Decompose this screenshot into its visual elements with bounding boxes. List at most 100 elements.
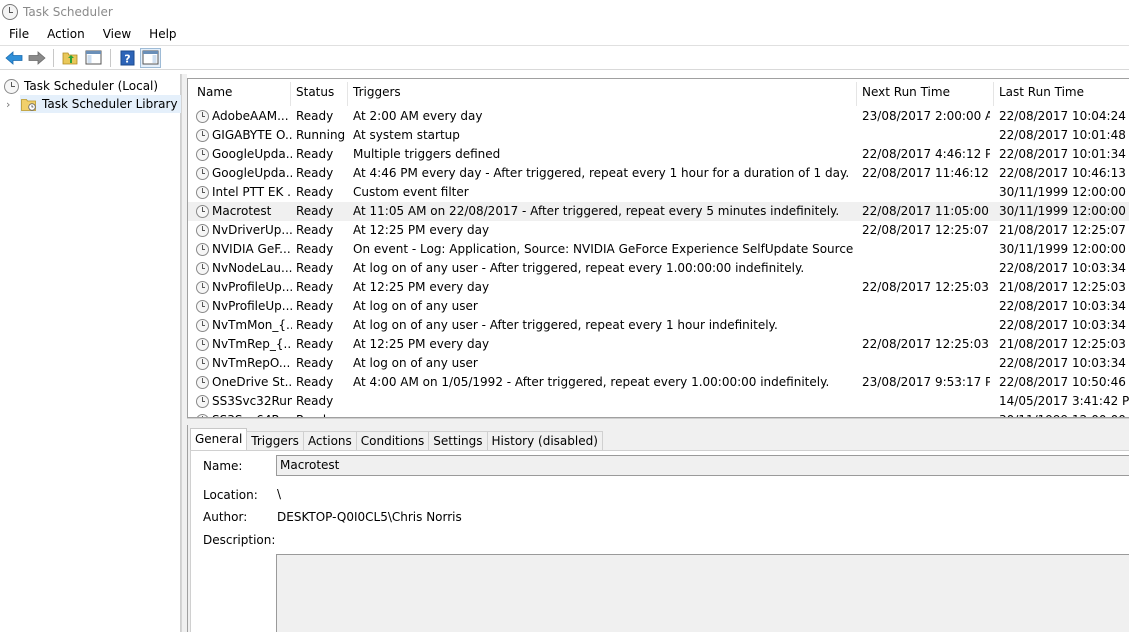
table-row[interactable]: NvTmRepO... Ready At log on of any user 22/… — [188, 354, 1129, 373]
table-row[interactable]: NvTmMon_{... Ready At log on of any user -… — [188, 316, 1129, 335]
cell-triggers: At 12:25 PM every day — [353, 280, 490, 294]
table-row[interactable]: AdobeAAM... Ready At 2:00 AM every day 23/0… — [188, 107, 1129, 126]
cell-next-run-time — [862, 241, 990, 258]
task-clock-icon — [196, 281, 209, 294]
tree-item-task-scheduler-local[interactable]: Task Scheduler (Local) — [4, 77, 158, 95]
table-row[interactable]: GIGABYTE O... Running At system startup 22/… — [188, 126, 1129, 145]
author-label: Author: — [203, 510, 248, 524]
cell-last-run-time: 14/05/2017 3:41:42 PM — [999, 394, 1129, 408]
cell-triggers: At 11:05 AM on 22/08/2017 - After trigge… — [353, 204, 840, 218]
cell-name: GoogleUpda... — [196, 146, 292, 163]
cell-triggers: At log on of any user - After triggered,… — [353, 318, 778, 332]
task-name: NvDriverUp... — [212, 223, 292, 237]
title-bar: Task Scheduler — [0, 0, 1129, 23]
cell-status: Running — [296, 128, 346, 142]
table-row[interactable]: NvDriverUp... Ready At 12:25 PM every day 2… — [188, 221, 1129, 240]
tree-item-task-scheduler-library[interactable]: › Task Scheduler Library — [6, 95, 183, 113]
cell-triggers: At log on of any user — [353, 299, 478, 313]
cell-status: Ready — [296, 242, 334, 256]
cell-next-run-time — [862, 184, 990, 201]
task-clock-icon — [196, 338, 209, 351]
column-header-status[interactable]: Status — [291, 85, 334, 103]
task-scheduler-app-icon — [2, 3, 18, 20]
table-row[interactable]: GoogleUpda... Ready Multiple triggers defi… — [188, 145, 1129, 164]
cell-next-run-time: 22/08/2017 11:05:00 AM — [862, 204, 990, 218]
table-row[interactable]: SS3Svc64R...Ready30/11/1999 12:00:00 AM — [188, 411, 1129, 417]
description-field[interactable] — [276, 554, 1129, 632]
cell-next-run-time — [862, 298, 990, 315]
show-hide-action-pane-icon[interactable] — [140, 47, 161, 68]
forward-arrow-icon[interactable] — [26, 48, 47, 68]
table-row[interactable]: NvProfileUp... Ready At 12:25 PM every day… — [188, 278, 1129, 297]
location-value: \ — [277, 487, 282, 501]
table-row[interactable]: NVIDIA GeF... Ready On event - Log: Applic… — [188, 240, 1129, 259]
table-row[interactable]: Macrotest Ready At 11:05 AM on 22/08/2017 … — [188, 202, 1129, 221]
menu-file[interactable]: File — [0, 27, 38, 41]
cell-last-run-time: 22/08/2017 10:50:46 AM — [999, 375, 1129, 389]
horizontal-splitter[interactable] — [187, 418, 1129, 425]
cell-last-run-time: 30/11/1999 12:00:00 AM — [999, 204, 1129, 218]
back-arrow-icon[interactable] — [3, 48, 24, 68]
column-header-triggers[interactable]: Triggers — [348, 85, 401, 103]
task-name: NvTmRepO... — [212, 356, 291, 370]
task-name: GoogleUpda... — [212, 166, 292, 180]
cell-last-run-time: 22/08/2017 10:01:48 AM — [999, 128, 1129, 142]
menu-view[interactable]: View — [94, 27, 140, 41]
task-clock-icon — [196, 110, 209, 123]
cell-status: Ready — [296, 394, 334, 408]
details-tabs: General Triggers Actions Conditions Sett… — [190, 428, 603, 450]
general-tab-content: Name: Macrotest Location: \ Author: DESK… — [190, 450, 1129, 632]
table-row[interactable]: Intel PTT EK ... Ready Custom event filter… — [188, 183, 1129, 202]
cell-next-run-time: 22/08/2017 11:46:12 AM — [862, 166, 990, 180]
task-clock-icon — [196, 205, 209, 218]
menu-help[interactable]: Help — [140, 27, 185, 41]
table-row[interactable]: OneDrive St... Ready At 4:00 AM on 1/05/19… — [188, 373, 1129, 392]
toolbar-separator — [53, 48, 54, 67]
table-row[interactable]: NvProfileUp... Ready At log on of any user… — [188, 297, 1129, 316]
tab-history[interactable]: History (disabled) — [486, 431, 603, 450]
column-header-last-run-time[interactable]: Last Run Time — [994, 85, 1084, 103]
task-clock-icon — [196, 129, 209, 142]
task-clock-icon — [196, 395, 209, 408]
table-row[interactable]: GoogleUpda... Ready At 4:46 PM every day -… — [188, 164, 1129, 183]
cell-triggers — [353, 393, 853, 410]
toolbar: ? — [0, 45, 1129, 70]
task-name: OneDrive St... — [212, 375, 292, 389]
cell-status: Ready — [296, 375, 334, 389]
cell-last-run-time: 21/08/2017 12:25:03 PM — [999, 280, 1129, 294]
cell-next-run-time: 22/08/2017 4:46:12 PM — [862, 147, 990, 161]
task-name: Intel PTT EK ... — [212, 185, 292, 199]
cell-last-run-time: 22/08/2017 10:03:34 AM — [999, 299, 1129, 313]
show-hide-console-tree-icon[interactable] — [83, 48, 104, 68]
menu-action[interactable]: Action — [38, 27, 94, 41]
cell-next-run-time: 23/08/2017 2:00:00 AM — [862, 109, 990, 123]
chevron-right-icon[interactable]: › — [6, 98, 16, 111]
tree-item-label: Task Scheduler (Local) — [24, 79, 159, 93]
cell-status: Ready — [296, 337, 334, 351]
cell-name: NVIDIA GeF... — [196, 241, 292, 258]
table-row[interactable]: SS3Svc32Run Ready 14/05/2017 3:41:42 PM — [188, 392, 1129, 411]
task-name: NvNodeLau... — [212, 261, 292, 275]
table-row[interactable]: NvNodeLau... Ready At log on of any user -… — [188, 259, 1129, 278]
column-header-name[interactable]: Name — [192, 85, 232, 103]
clock-icon — [4, 78, 19, 94]
tree-item-selection: Task Scheduler Library — [20, 95, 183, 113]
task-clock-icon — [196, 300, 209, 313]
column-header-next-run-time[interactable]: Next Run Time — [857, 85, 950, 103]
tab-triggers[interactable]: Triggers — [246, 431, 304, 450]
table-row[interactable]: NvTmRep_{... Ready At 12:25 PM every day 22… — [188, 335, 1129, 354]
task-clock-icon — [196, 319, 209, 332]
cell-name: NvProfileUp... — [196, 298, 292, 315]
help-icon[interactable]: ? — [117, 48, 138, 68]
tab-settings[interactable]: Settings — [428, 431, 488, 450]
task-name: GIGABYTE O... — [212, 128, 292, 142]
cell-triggers: At log on of any user — [353, 356, 478, 370]
up-folder-icon[interactable] — [60, 48, 81, 68]
task-clock-icon — [196, 376, 209, 389]
tab-general[interactable]: General — [190, 428, 248, 450]
task-clock-icon — [196, 224, 209, 237]
name-field[interactable]: Macrotest — [276, 455, 1129, 476]
task-details-pane: General Triggers Actions Conditions Sett… — [187, 425, 1129, 632]
tab-conditions[interactable]: Conditions — [355, 431, 430, 450]
tab-actions[interactable]: Actions — [302, 431, 357, 450]
